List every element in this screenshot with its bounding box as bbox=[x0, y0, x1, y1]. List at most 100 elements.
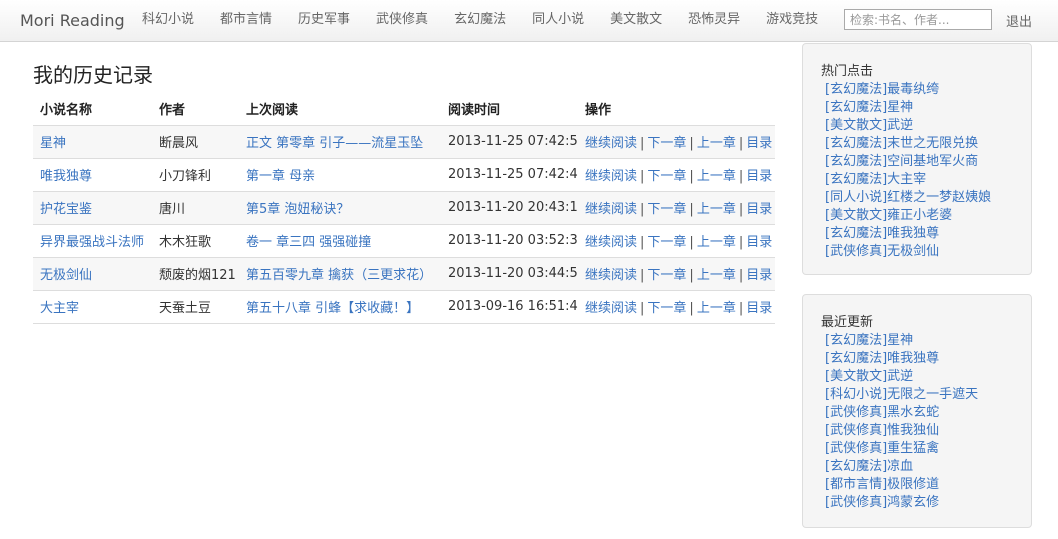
last-chapter-link[interactable]: 第5章 泡妞秘诀？ bbox=[246, 202, 349, 217]
hot-click-item[interactable]: [同人小说]红楼之一梦赵姨娘 bbox=[821, 189, 1013, 207]
table-header-row: 小说名称 作者 上次阅读 阅读时间 操作 bbox=[33, 92, 775, 126]
recent-updates-list: [玄幻魔法]星神 [玄幻魔法]唯我独尊 [美文散文]武逆 [科幻小说]无限之一手… bbox=[821, 332, 1013, 512]
toc-link[interactable]: 目录 bbox=[746, 301, 772, 316]
toc-link[interactable]: 目录 bbox=[746, 136, 772, 151]
recent-update-item[interactable]: [武侠修真]黑水玄蛇 bbox=[821, 404, 1013, 422]
recent-update-item[interactable]: [玄幻魔法]星神 bbox=[821, 332, 1013, 350]
continue-reading-link[interactable]: 继续阅读 bbox=[585, 202, 637, 217]
novel-title-link[interactable]: 无极剑仙 bbox=[40, 268, 92, 283]
prev-chapter-link[interactable]: 上一章 bbox=[697, 202, 736, 217]
hot-click-item[interactable]: [武侠修真]无极剑仙 bbox=[821, 243, 1013, 261]
top-navbar: Mori Reading 科幻小说 都市言情 历史军事 武侠修真 玄幻魔法 同人… bbox=[0, 0, 1058, 42]
nav-item-horror[interactable]: 恐怖灵异 bbox=[675, 0, 753, 42]
novel-author: 唐川 bbox=[152, 190, 239, 224]
novel-author: 小刀锋利 bbox=[152, 157, 239, 191]
next-chapter-link[interactable]: 下一章 bbox=[647, 202, 686, 217]
novel-author: 天蚕土豆 bbox=[152, 289, 239, 324]
recent-update-item[interactable]: [美文散文]武逆 bbox=[821, 368, 1013, 386]
recent-update-item[interactable]: [武侠修真]重生猛禽 bbox=[821, 440, 1013, 458]
novel-author: 断晨风 bbox=[152, 124, 239, 158]
nav-item-fantasy[interactable]: 玄幻魔法 bbox=[441, 0, 519, 42]
continue-reading-link[interactable]: 继续阅读 bbox=[585, 268, 637, 283]
next-chapter-link[interactable]: 下一章 bbox=[647, 301, 686, 316]
hot-click-item[interactable]: [美文散文]武逆 bbox=[821, 117, 1013, 135]
last-chapter-link[interactable]: 正文 第零章 引子——流星玉坠 bbox=[246, 136, 423, 151]
novel-title-link[interactable]: 异界最强战斗法师 bbox=[40, 235, 144, 250]
hot-click-item[interactable]: [美文散文]雍正小老婆 bbox=[821, 207, 1013, 225]
nav-item-scifi[interactable]: 科幻小说 bbox=[129, 0, 207, 42]
hot-click-item[interactable]: [玄幻魔法]末世之无限兑换 bbox=[821, 135, 1013, 153]
search-input[interactable] bbox=[844, 9, 992, 30]
recent-update-item[interactable]: [武侠修真]鸿蒙玄修 bbox=[821, 494, 1013, 512]
recent-update-item[interactable]: [都市言情]极限修道 bbox=[821, 476, 1013, 494]
action-separator: | bbox=[738, 169, 744, 184]
nav-item-fanfic[interactable]: 同人小说 bbox=[519, 0, 597, 42]
action-separator: | bbox=[689, 136, 694, 151]
nav-item-gaming[interactable]: 游戏竞技 bbox=[753, 0, 831, 42]
toc-link[interactable]: 目录 bbox=[746, 169, 772, 184]
last-chapter-link[interactable]: 第五十八章 引蜂【求收藏！】 bbox=[246, 301, 419, 316]
nav-item-wuxia[interactable]: 武侠修真 bbox=[363, 0, 441, 42]
column-header-actions: 操作 bbox=[578, 92, 775, 126]
novel-title-link[interactable]: 护花宝鉴 bbox=[40, 202, 92, 217]
recent-updates-panel: 最近更新 [玄幻魔法]星神 [玄幻魔法]唯我独尊 [美文散文]武逆 [科幻小说]… bbox=[802, 294, 1032, 528]
recent-update-item[interactable]: [科幻小说]无限之一手遮天 bbox=[821, 386, 1013, 404]
hot-clicks-list: [玄幻魔法]最毒纨绔 [玄幻魔法]星神 [美文散文]武逆 [玄幻魔法]末世之无限… bbox=[821, 81, 1013, 261]
novel-title-link[interactable]: 星神 bbox=[40, 136, 66, 151]
continue-reading-link[interactable]: 继续阅读 bbox=[585, 169, 637, 184]
recent-update-item[interactable]: [玄幻魔法]唯我独尊 bbox=[821, 350, 1013, 368]
action-separator: | bbox=[640, 202, 645, 217]
next-chapter-link[interactable]: 下一章 bbox=[647, 268, 686, 283]
read-time: 2013-09-16 16:51:41 bbox=[441, 289, 578, 324]
next-chapter-link[interactable]: 下一章 bbox=[647, 235, 686, 250]
toc-link[interactable]: 目录 bbox=[746, 202, 772, 217]
read-time: 2013-11-20 20:43:18 bbox=[441, 190, 578, 224]
hot-click-item[interactable]: [玄幻魔法]唯我独尊 bbox=[821, 225, 1013, 243]
table-row: 大主宰 天蚕土豆 第五十八章 引蜂【求收藏！】 2013-09-16 16:51… bbox=[33, 289, 775, 324]
action-separator: | bbox=[689, 301, 694, 316]
next-chapter-link[interactable]: 下一章 bbox=[647, 136, 686, 151]
prev-chapter-link[interactable]: 上一章 bbox=[697, 169, 736, 184]
next-chapter-link[interactable]: 下一章 bbox=[647, 169, 686, 184]
action-separator: | bbox=[689, 169, 694, 184]
row-actions: 继续阅读 | 下一章 | 上一章 | 目录 bbox=[578, 124, 775, 158]
table-row: 护花宝鉴 唐川 第5章 泡妞秘诀？ 2013-11-20 20:43:18 继续… bbox=[33, 190, 775, 224]
toc-link[interactable]: 目录 bbox=[746, 235, 772, 250]
action-separator: | bbox=[738, 301, 744, 316]
prev-chapter-link[interactable]: 上一章 bbox=[697, 136, 736, 151]
prev-chapter-link[interactable]: 上一章 bbox=[697, 301, 736, 316]
novel-title-link[interactable]: 唯我独尊 bbox=[40, 169, 92, 184]
continue-reading-link[interactable]: 继续阅读 bbox=[585, 235, 637, 250]
recent-updates-title: 最近更新 bbox=[821, 315, 874, 330]
nav-item-urban-romance[interactable]: 都市言情 bbox=[207, 0, 285, 42]
column-header-read-time: 阅读时间 bbox=[441, 92, 578, 126]
last-chapter-link[interactable]: 卷一 章三四 强强碰撞 bbox=[246, 235, 371, 250]
recent-update-item[interactable]: [玄幻魔法]凉血 bbox=[821, 458, 1013, 476]
logout-link[interactable]: 退出 bbox=[1006, 11, 1032, 30]
continue-reading-link[interactable]: 继续阅读 bbox=[585, 136, 637, 151]
last-chapter-link[interactable]: 第五百零九章 擒获（三更求花） bbox=[246, 268, 432, 283]
hot-click-item[interactable]: [玄幻魔法]大主宰 bbox=[821, 171, 1013, 189]
toc-link[interactable]: 目录 bbox=[746, 268, 772, 283]
page-title: 我的历史记录 bbox=[33, 63, 153, 87]
recent-update-item[interactable]: [武侠修真]惟我独仙 bbox=[821, 422, 1013, 440]
read-time: 2013-11-20 03:52:38 bbox=[441, 223, 578, 257]
row-actions: 继续阅读 | 下一章 | 上一章 | 目录 bbox=[578, 190, 775, 224]
row-actions: 继续阅读 | 下一章 | 上一章 | 目录 bbox=[578, 157, 775, 191]
brand-logo[interactable]: Mori Reading bbox=[20, 11, 125, 30]
column-header-author: 作者 bbox=[152, 92, 239, 126]
nav-item-prose[interactable]: 美文散文 bbox=[597, 0, 675, 42]
action-separator: | bbox=[738, 136, 744, 151]
hot-click-item[interactable]: [玄幻魔法]最毒纨绔 bbox=[821, 81, 1013, 99]
nav-item-history-military[interactable]: 历史军事 bbox=[285, 0, 363, 42]
prev-chapter-link[interactable]: 上一章 bbox=[697, 235, 736, 250]
table-row: 无极剑仙 颓废的烟121 第五百零九章 擒获（三更求花） 2013-11-20 … bbox=[33, 256, 775, 290]
novel-title-link[interactable]: 大主宰 bbox=[40, 301, 79, 316]
hot-click-item[interactable]: [玄幻魔法]空间基地军火商 bbox=[821, 153, 1013, 171]
prev-chapter-link[interactable]: 上一章 bbox=[697, 268, 736, 283]
last-chapter-link[interactable]: 第一章 母亲 bbox=[246, 169, 315, 184]
category-nav: 科幻小说 都市言情 历史军事 武侠修真 玄幻魔法 同人小说 美文散文 恐怖灵异 … bbox=[129, 0, 831, 42]
hot-clicks-panel: 热门点击 [玄幻魔法]最毒纨绔 [玄幻魔法]星神 [美文散文]武逆 [玄幻魔法]… bbox=[802, 43, 1032, 275]
hot-click-item[interactable]: [玄幻魔法]星神 bbox=[821, 99, 1013, 117]
continue-reading-link[interactable]: 继续阅读 bbox=[585, 301, 637, 316]
